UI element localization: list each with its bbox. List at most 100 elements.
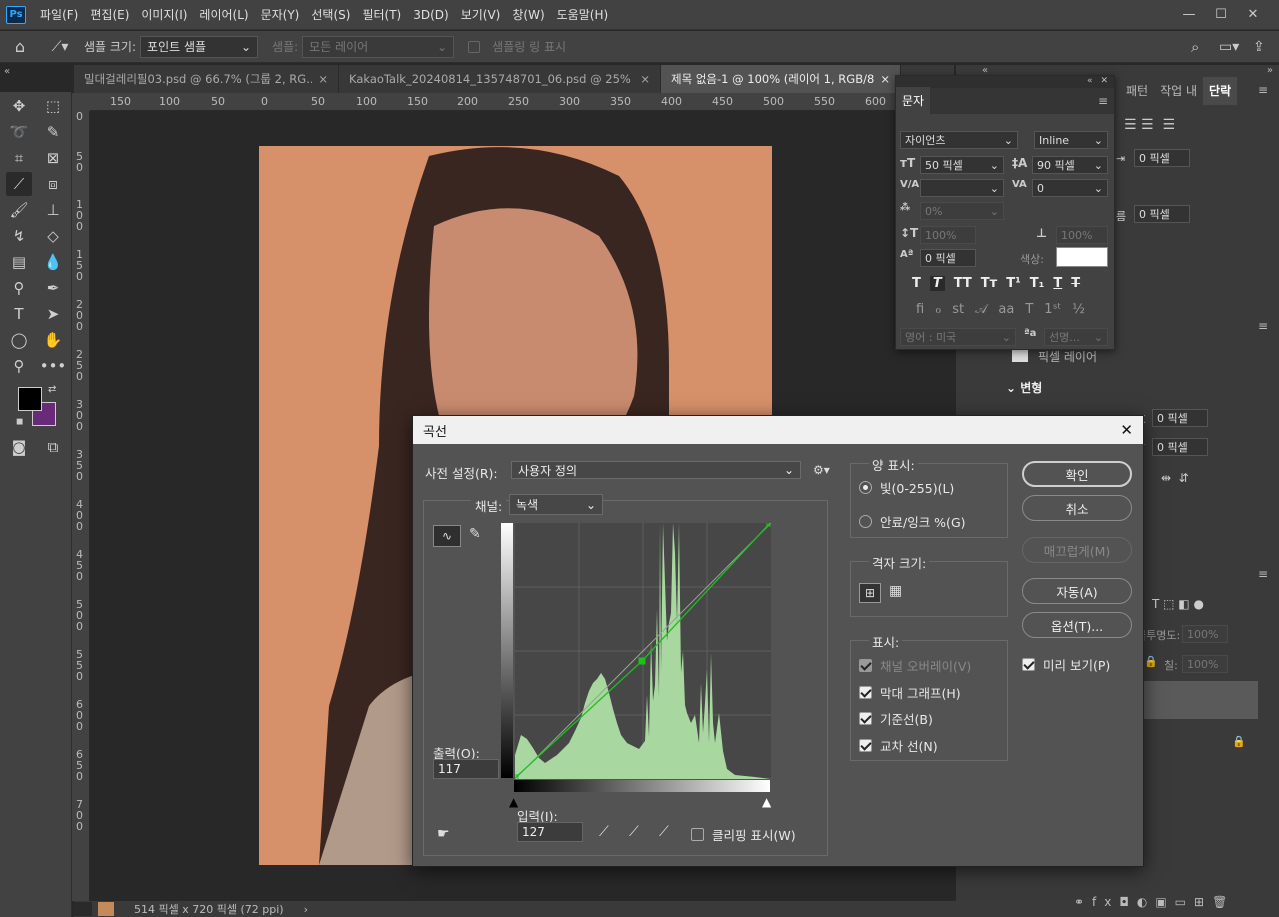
faux-italic-icon[interactable]: T <box>929 276 945 291</box>
kerning-field[interactable]: ⌄ <box>920 179 1004 197</box>
home-icon[interactable]: ⌂ <box>0 37 40 56</box>
tab-actions[interactable]: 작업 내 <box>1154 77 1203 105</box>
char-panel-menu-icon[interactable]: ≡ <box>1098 94 1114 108</box>
language-select[interactable]: 영어 : 미국 ⌄ <box>900 328 1016 346</box>
maximize-icon[interactable]: ☐ <box>1205 5 1237 25</box>
eraser-tool-icon[interactable]: ◇ <box>40 224 66 248</box>
search-icon[interactable]: ⌕ <box>1191 38 1219 56</box>
transform-section[interactable]: ⌄ 변형 <box>1006 379 1042 396</box>
curve-graph[interactable] <box>515 523 771 779</box>
cancel-button[interactable]: 취소 <box>1022 495 1132 521</box>
menu-file[interactable]: 파일(F) <box>34 0 84 30</box>
layers-panel-menu-icon[interactable]: ≡ <box>1258 567 1268 581</box>
status-expand-icon[interactable]: › <box>304 903 308 916</box>
screen-mode-icon[interactable]: ⧉ <box>40 435 66 459</box>
horizontal-scale-field[interactable]: 100% <box>1056 226 1108 244</box>
transform-x-field[interactable]: 0 픽셀 <box>1152 409 1208 427</box>
default-colors-icon[interactable]: ◼ <box>16 417 23 427</box>
workspace-icon[interactable]: ▭▾ <box>1219 39 1253 55</box>
titling-icon[interactable]: aa <box>998 302 1014 317</box>
simple-grid-icon[interactable]: ⊞ <box>859 583 881 603</box>
gray-eyedropper-icon[interactable]: ⟋ <box>629 824 639 840</box>
panel-menu-icon[interactable]: ≡ <box>1258 83 1268 97</box>
pen-tool-icon[interactable]: ✒ <box>40 276 66 300</box>
quick-mask-icon[interactable]: ◙ <box>6 435 32 459</box>
gradient-tool-icon[interactable]: ▤ <box>6 250 32 274</box>
antialias-select[interactable]: 선명... ⌄ <box>1044 328 1108 346</box>
properties-panel-menu-icon[interactable]: ≡ <box>1258 319 1268 333</box>
tab-close-icon[interactable]: × <box>880 72 890 86</box>
hand-tool-icon[interactable]: ✋ <box>40 328 66 352</box>
fraction-icon[interactable]: ½ <box>1072 302 1085 317</box>
share-icon[interactable]: ⇪ <box>1253 39 1279 55</box>
indent-right-field[interactable]: 0 픽셀 <box>1134 149 1190 167</box>
channel-select[interactable]: 녹색 ⌄ <box>509 494 603 515</box>
move-tool-icon[interactable]: ✥ <box>6 94 32 118</box>
panel-collapse-right-icon[interactable]: » <box>1267 65 1273 76</box>
preset-options-icon[interactable]: ⚙▾ <box>813 463 830 477</box>
small-caps-icon[interactable]: Tт <box>981 276 997 291</box>
flip-icons[interactable]: ⇹ ⇵ <box>1161 471 1189 485</box>
subscript-icon[interactable]: T₁ <box>1030 276 1045 291</box>
close-panel-icon[interactable]: ✕ <box>1100 76 1108 88</box>
menu-type[interactable]: 문자(Y) <box>255 0 306 30</box>
ok-button[interactable]: 확인 <box>1022 461 1132 487</box>
ordinal-icon[interactable]: 1ˢᵗ <box>1044 302 1061 317</box>
histogram-checkbox[interactable]: 막대 그래프(H) <box>859 683 961 702</box>
tab-doc-3[interactable]: 제목 없음-1 @ 100% (레이어 1, RGB/8#) *× <box>661 65 901 93</box>
type-tool-icon[interactable]: T <box>6 302 32 326</box>
opentype-icons[interactable]: fi ℴ st 𝒜 aa T 1ˢᵗ ½ <box>916 302 1085 317</box>
layer-filter-icons[interactable]: T ⬚ ◧ ● <box>1152 597 1204 611</box>
preview-checkbox[interactable]: 미리 보기(P) <box>1022 655 1110 674</box>
minimize-icon[interactable]: — <box>1173 5 1205 25</box>
leading-field[interactable]: 90 픽셀 ⌄ <box>1032 156 1108 174</box>
faux-bold-icon[interactable]: T <box>912 276 921 291</box>
path-select-tool-icon[interactable]: ➤ <box>40 302 66 326</box>
auto-button[interactable]: 자동(A) <box>1022 578 1132 604</box>
menu-select[interactable]: 선택(S) <box>305 0 356 30</box>
sample-size-select[interactable]: 포인트 샘플 ⌄ <box>140 35 259 58</box>
fill-field[interactable]: 100% <box>1182 655 1228 673</box>
tab-paragraph[interactable]: 단락 <box>1203 77 1238 105</box>
stylistic-icon[interactable]: 𝒜 <box>975 302 987 317</box>
lasso-tool-icon[interactable]: ➰ <box>6 120 32 144</box>
white-eyedropper-icon[interactable]: ⟋ <box>659 824 669 840</box>
sampling-ring-checkbox[interactable] <box>468 40 481 53</box>
smooth-button[interactable]: 매끄럽게(M) <box>1022 537 1132 563</box>
baseline-checkbox[interactable]: 기준선(B) <box>859 709 933 728</box>
channel-overlay-checkbox[interactable]: 채널 오버레이(V) <box>859 656 971 675</box>
brush-tool-icon[interactable]: 🖌 <box>6 198 32 222</box>
stamp-tool-icon[interactable]: ⊥ <box>40 198 66 222</box>
tab-doc-2[interactable]: KakaoTalk_20240814_135748701_06.psd @ 25… <box>339 65 661 93</box>
transform-y-field[interactable]: 0 픽셀 <box>1152 438 1208 456</box>
menu-window[interactable]: 창(W) <box>506 0 550 30</box>
zoom-tool-icon[interactable]: ⚲ <box>6 354 32 378</box>
font-style-select[interactable]: Inline ⌄ <box>1034 131 1108 149</box>
quick-select-tool-icon[interactable]: ✎ <box>40 120 66 144</box>
swap-colors-icon[interactable]: ⇄ <box>48 384 56 395</box>
eyedropper-preset-icon[interactable]: ⟋▾ <box>40 39 80 55</box>
eyedropper-tool-icon[interactable]: ⟋ <box>6 172 32 196</box>
all-caps-icon[interactable]: TT <box>954 276 972 291</box>
intersection-checkbox[interactable]: 교차 선(N) <box>859 736 938 755</box>
pencil-draw-icon[interactable]: ✎ <box>469 526 481 542</box>
superscript-icon[interactable]: T¹ <box>1006 276 1021 291</box>
text-color-swatch[interactable] <box>1056 247 1108 267</box>
menu-layer[interactable]: 레이어(L) <box>193 0 254 30</box>
clipping-checkbox[interactable]: 클리핑 표시(W) <box>691 825 796 844</box>
curve-control-point[interactable] <box>638 657 646 665</box>
menu-help[interactable]: 도움말(H) <box>551 0 615 30</box>
layers-bottom-icons[interactable]: ⚭fx◘◐▣▭⊞🗑 <box>1074 895 1235 909</box>
discretionary-icon[interactable]: st <box>952 302 964 317</box>
input-field[interactable]: 127 <box>517 822 583 842</box>
frame-tool-icon[interactable]: ⊠ <box>40 146 66 170</box>
foreground-color-swatch[interactable] <box>18 387 42 411</box>
patch-tool-icon[interactable]: ⧈ <box>40 172 66 196</box>
menu-edit[interactable]: 편집(E) <box>84 0 135 30</box>
menu-view[interactable]: 보기(V) <box>455 0 507 30</box>
menu-3d[interactable]: 3D(D) <box>407 0 454 30</box>
underline-icon[interactable]: T <box>1053 276 1062 291</box>
output-field[interactable]: 117 <box>433 759 499 779</box>
menu-image[interactable]: 이미지(I) <box>135 0 193 30</box>
options-button[interactable]: 옵션(T)... <box>1022 612 1132 638</box>
